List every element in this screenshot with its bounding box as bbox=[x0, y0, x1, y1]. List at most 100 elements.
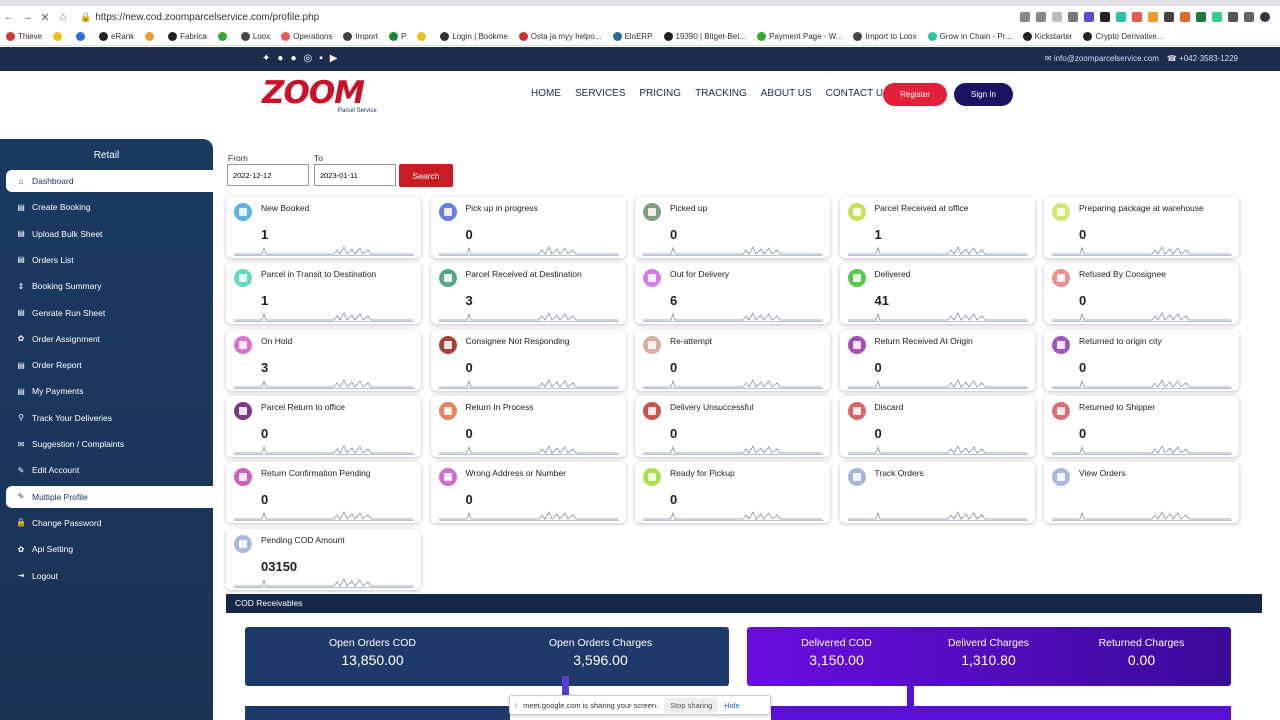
extension-icon[interactable] bbox=[1180, 12, 1190, 22]
camera-icon[interactable] bbox=[1068, 12, 1078, 22]
youtube-icon[interactable]: ▶ bbox=[330, 53, 338, 64]
status-card[interactable]: Ready for Pickup 0 bbox=[635, 462, 830, 524]
extension-icon[interactable] bbox=[1212, 12, 1222, 22]
register-button[interactable]: Register bbox=[883, 83, 947, 106]
sidebar-item-change-password[interactable]: 🔒 Change Password bbox=[6, 512, 213, 534]
status-card[interactable]: New Booked 1 bbox=[226, 197, 421, 258]
bookmark-item[interactable]: Thieve bbox=[6, 32, 42, 41]
bookmark-item[interactable] bbox=[217, 32, 230, 41]
status-card[interactable]: Discard 0 bbox=[839, 395, 1035, 457]
extension-icon[interactable] bbox=[1148, 12, 1158, 22]
drag-handle-icon[interactable]: ⁞ bbox=[515, 701, 517, 710]
signin-button[interactable]: Sign In bbox=[954, 83, 1013, 106]
status-card[interactable]: Pick up in progress 0 bbox=[430, 197, 626, 258]
status-card[interactable]: Returned to Shipper 0 bbox=[1044, 395, 1239, 457]
sidebar-item-booking-summary[interactable]: ⇕ Booking Summary bbox=[6, 275, 213, 297]
bookmark-item[interactable]: Login | Bookme bbox=[440, 32, 508, 41]
contact-email[interactable]: ✉ info@zoomparcelservice.com bbox=[1045, 54, 1159, 63]
to-date-input[interactable] bbox=[314, 164, 396, 186]
reload-icon[interactable]: ✕ bbox=[36, 11, 54, 24]
linkedin-icon[interactable]: ▪ bbox=[319, 53, 323, 64]
nav-item-contact-us[interactable]: CONTACT US bbox=[826, 88, 890, 99]
sidebar-item-logout[interactable]: ⇥ Logout bbox=[6, 565, 213, 587]
sidebar-item-multiple-profile[interactable]: ✎ Multiple Profile bbox=[6, 485, 213, 508]
sidebar-item-api-setting[interactable]: ✿ Api Setting bbox=[6, 538, 213, 560]
from-date-input[interactable] bbox=[227, 164, 309, 186]
status-card[interactable]: Picked up 0 bbox=[635, 197, 830, 258]
status-card[interactable]: Delivered 41 bbox=[839, 263, 1035, 325]
status-card[interactable]: Delivery Unsuccessful 0 bbox=[635, 395, 830, 457]
nav-item-about-us[interactable]: ABOUT US bbox=[761, 88, 812, 99]
nav-item-home[interactable]: HOME bbox=[531, 88, 561, 99]
avatar[interactable] bbox=[1260, 12, 1270, 22]
extension-icon[interactable] bbox=[1084, 12, 1094, 22]
bookmark-item[interactable]: Import to Loox bbox=[853, 32, 917, 41]
bookmark-item[interactable]: Import bbox=[343, 32, 378, 41]
sidebar-item-order-report[interactable]: ▤ Order Report bbox=[6, 354, 213, 376]
status-card[interactable]: Preparing package at warehouse 0 bbox=[1044, 197, 1239, 258]
bookmark-item[interactable]: Grow in Chain - Pr... bbox=[927, 32, 1012, 41]
status-card[interactable]: Return Received At Origin 0 bbox=[839, 329, 1035, 391]
sidebar-item-dashboard[interactable]: ⌂ Dashboard bbox=[6, 170, 213, 192]
sidebar-item-order-assignment[interactable]: ✿ Order Assignment bbox=[6, 328, 213, 350]
search-button[interactable]: Search bbox=[399, 164, 453, 187]
sidebar-item-track-your-deliveries[interactable]: ⚲ Track Your Deliveries bbox=[6, 407, 213, 429]
bookmark-item[interactable]: Operations bbox=[281, 32, 332, 41]
puzzle-icon[interactable] bbox=[1228, 12, 1238, 22]
status-card[interactable]: Track Orders bbox=[839, 462, 1035, 524]
sidebar-icon[interactable] bbox=[1244, 12, 1254, 22]
star-icon[interactable] bbox=[1052, 12, 1062, 22]
status-card[interactable]: Parcel Received at office 1 bbox=[839, 197, 1035, 258]
sidebar-item-edit-account[interactable]: ✎ Edit Account bbox=[6, 459, 213, 481]
status-card[interactable]: Return In Process 0 bbox=[430, 395, 626, 457]
extension-icon[interactable] bbox=[1100, 12, 1110, 22]
sidebar-item-my-payments[interactable]: ▤ My Payments bbox=[6, 380, 213, 402]
pinterest-icon[interactable]: ● bbox=[290, 53, 296, 64]
bookmark-item[interactable]: Loox bbox=[240, 32, 270, 41]
bookmark-item[interactable]: Osta ja myy helpo... bbox=[518, 32, 602, 41]
status-card[interactable]: Parcel Return to office 0 bbox=[226, 395, 421, 457]
status-card[interactable]: Returned to origin city 0 bbox=[1044, 329, 1239, 391]
sidebar-item-create-booking[interactable]: ▤ Create Booking bbox=[6, 196, 213, 218]
contact-phone[interactable]: ☎ +042-3583-1229 bbox=[1167, 54, 1238, 63]
status-card[interactable]: Refused By Consignee 0 bbox=[1044, 263, 1239, 325]
bookmark-item[interactable] bbox=[76, 32, 88, 41]
sidebar-item-suggestion-complaints[interactable]: ✉ Suggestion / Complaints bbox=[6, 433, 213, 455]
forward-icon[interactable]: → bbox=[18, 11, 36, 23]
status-card[interactable]: Parcel in Transit to Destination 1 bbox=[226, 263, 421, 325]
status-card[interactable]: Pending COD Amount 03150 bbox=[226, 528, 421, 590]
status-card[interactable]: Return Confirmation Pending 0 bbox=[226, 462, 421, 524]
bookmark-item[interactable]: Crypto Derivative... bbox=[1083, 32, 1163, 41]
status-card[interactable]: Out for Delivery 6 bbox=[635, 263, 830, 325]
bookmark-item[interactable] bbox=[417, 32, 429, 41]
bookmark-item[interactable]: 19390 | Bitget-Bet... bbox=[663, 32, 746, 41]
extension-icon[interactable] bbox=[1116, 12, 1126, 22]
extension-icon[interactable] bbox=[1164, 12, 1174, 22]
nav-item-services[interactable]: SERVICES bbox=[575, 88, 625, 99]
status-card[interactable]: Wrong Address or Number 0 bbox=[430, 462, 626, 524]
bookmark-item[interactable]: Kickstarter bbox=[1022, 32, 1072, 41]
facebook-icon[interactable]: ● bbox=[277, 53, 283, 64]
stop-sharing-button[interactable]: Stop sharing bbox=[664, 697, 719, 713]
status-card[interactable]: Parcel Received at Destination 3 bbox=[430, 263, 626, 325]
status-card[interactable]: View Orders bbox=[1044, 462, 1239, 524]
bookmark-item[interactable] bbox=[53, 32, 65, 41]
logo[interactable]: ZOOM Parcel Service bbox=[262, 75, 380, 117]
nav-item-pricing[interactable]: PRICING bbox=[639, 88, 681, 99]
status-card[interactable]: Consignee Not Responding 0 bbox=[430, 329, 626, 391]
status-card[interactable]: Re-attempt 0 bbox=[635, 329, 830, 391]
twitter-icon[interactable]: ✦ bbox=[262, 53, 270, 64]
extension-icon[interactable] bbox=[1132, 12, 1142, 22]
instagram-icon[interactable]: ◎ bbox=[303, 53, 312, 64]
bookmark-item[interactable]: eRank bbox=[99, 32, 134, 41]
bookmark-item[interactable] bbox=[145, 32, 157, 41]
sidebar-item-orders-list[interactable]: ▤ Orders List bbox=[6, 249, 213, 271]
nav-item-tracking[interactable]: TRACKING bbox=[695, 88, 747, 99]
sidebar-item-genrate-run-sheet[interactable]: ▤ Genrate Run Sheet bbox=[6, 302, 213, 324]
bookmark-item[interactable]: Payment Page - W... bbox=[757, 32, 842, 41]
home-icon[interactable]: ⌂ bbox=[54, 11, 72, 23]
back-icon[interactable]: ← bbox=[0, 11, 18, 23]
key-icon[interactable] bbox=[1020, 12, 1030, 22]
extension-icon[interactable] bbox=[1196, 12, 1206, 22]
share-icon[interactable] bbox=[1036, 12, 1046, 22]
